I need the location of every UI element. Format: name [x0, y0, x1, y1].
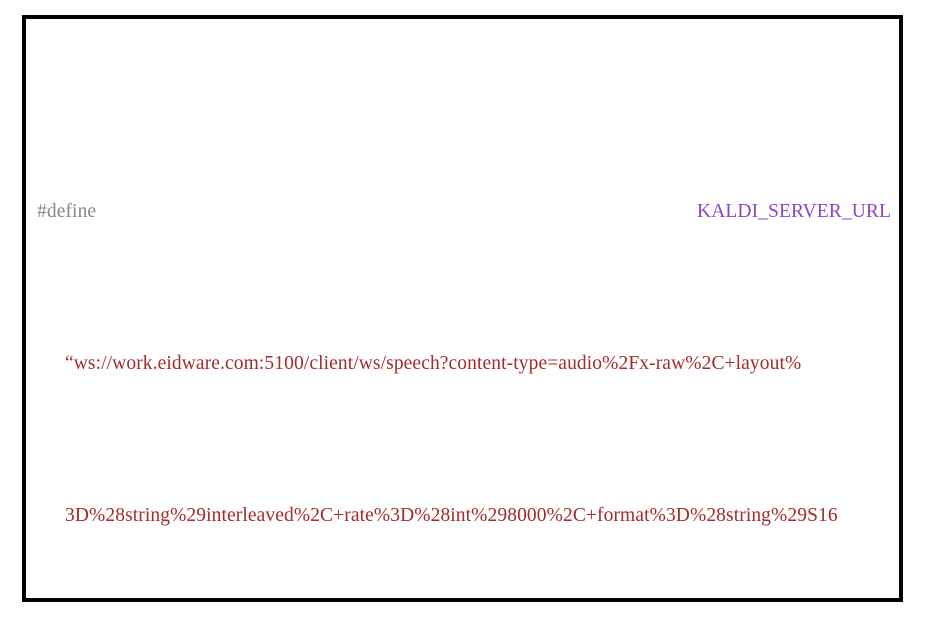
- code-line-url-1: “ws://work.eidware.com:5100/client/ws/sp…: [37, 345, 895, 383]
- url-string-part-1: “ws://work.eidware.com:5100/client/ws/sp…: [65, 353, 802, 374]
- code-block: #define KALDI_SERVER_URL “ws://work.eidwa…: [37, 41, 895, 598]
- code-line-url-2: 3D%28string%29interleaved%2C+rate%3D%28i…: [37, 497, 895, 535]
- code-line-define: #define KALDI_SERVER_URL: [37, 193, 895, 231]
- macro-name-kaldi-server-url: KALDI_SERVER_URL: [697, 201, 891, 222]
- preprocessor-directive: #define: [37, 201, 97, 222]
- url-string-part-2: 3D%28string%29interleaved%2C+rate%3D%28i…: [65, 505, 838, 526]
- code-snippet-frame: #define KALDI_SERVER_URL “ws://work.eidwa…: [22, 15, 903, 602]
